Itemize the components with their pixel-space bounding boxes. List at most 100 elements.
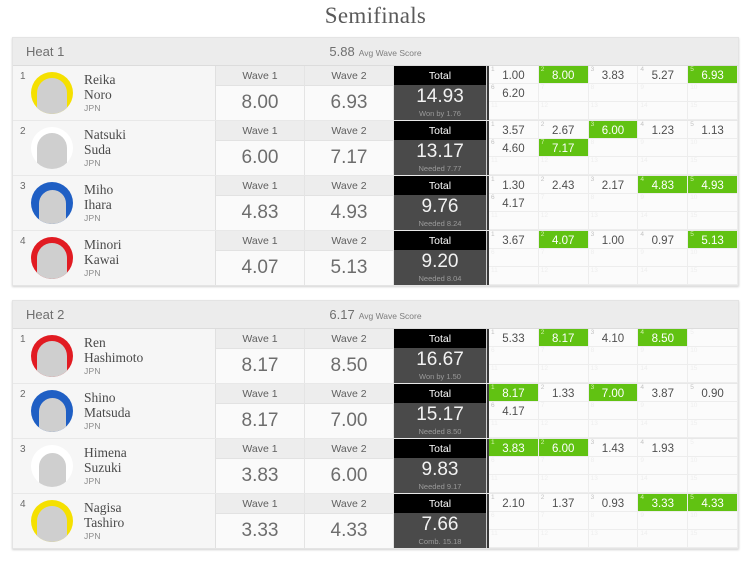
wave-cell[interactable]: 12 xyxy=(538,530,589,548)
wave-cell[interactable]: 14 xyxy=(638,420,689,438)
wave-cell[interactable]: 11 xyxy=(489,212,539,230)
athlete-row[interactable]: 4 Minori Kawai JPN Wave 1 4.07 Wave 2 5.13 Total… xyxy=(13,231,738,285)
wave-cell[interactable]: 8 xyxy=(588,139,639,157)
wave-cell[interactable]: 11 xyxy=(489,102,539,120)
wave-cell[interactable]: 7 xyxy=(538,402,589,420)
wave-cell[interactable]: 10 xyxy=(688,249,738,267)
wave-cell[interactable]: 2 8.17 xyxy=(538,329,589,347)
wave-cell[interactable]: 6 6.20 xyxy=(489,84,539,102)
athlete-row[interactable]: 1 Reika Noro JPN Wave 1 8.00 Wave 2 6.93 Total 14… xyxy=(13,66,738,121)
wave-cell[interactable]: 1 3.83 xyxy=(489,439,539,457)
athlete-row[interactable]: 3 Miho Ihara JPN Wave 1 4.83 Wave 2 4.93 Total 9.… xyxy=(13,176,738,231)
wave-cell[interactable]: 15 xyxy=(688,267,738,285)
wave-cell[interactable]: 14 xyxy=(638,530,689,548)
athlete-row[interactable]: 2 Shino Matsuda JPN Wave 1 8.17 Wave 2 7.00 Tota… xyxy=(13,384,738,439)
wave-cell[interactable]: 10 xyxy=(688,194,738,212)
wave-cell[interactable]: 13 xyxy=(588,530,639,548)
wave-cell[interactable]: 15 xyxy=(688,365,738,383)
wave-cell[interactable]: 9 xyxy=(638,347,689,365)
wave-cell[interactable]: 11 xyxy=(489,267,539,285)
wave-cell[interactable]: 3 1.00 xyxy=(588,231,639,249)
wave-cell[interactable]: 3 2.17 xyxy=(588,176,639,194)
wave-cell[interactable]: 4 3.87 xyxy=(638,384,689,402)
wave-cell[interactable]: 12 xyxy=(538,157,589,175)
wave-cell[interactable]: 9 xyxy=(638,457,689,475)
wave-cell[interactable]: 8 xyxy=(588,84,639,102)
wave-cell[interactable]: 6 4.60 xyxy=(489,139,539,157)
wave-cell[interactable]: 10 xyxy=(688,512,738,530)
wave-cell[interactable]: 11 xyxy=(489,420,539,438)
wave-cell[interactable]: 7 xyxy=(538,457,589,475)
wave-cell[interactable]: 2 2.43 xyxy=(538,176,589,194)
wave-cell[interactable]: 6 xyxy=(489,457,539,475)
wave-cell[interactable]: 15 xyxy=(688,157,738,175)
wave-cell[interactable]: 2 1.37 xyxy=(538,494,589,512)
wave-cell[interactable]: 12 xyxy=(538,420,589,438)
wave-cell[interactable]: 5 6.93 xyxy=(688,66,738,84)
athlete-row[interactable]: 2 Natsuki Suda JPN Wave 1 6.00 Wave 2 7.17 Total… xyxy=(13,121,738,176)
wave-cell[interactable]: 2 2.67 xyxy=(538,121,589,139)
athlete-row[interactable]: 3 Himena Suzuki JPN Wave 1 3.83 Wave 2 6.00 Tota… xyxy=(13,439,738,494)
wave-cell[interactable]: 12 xyxy=(538,365,589,383)
wave-cell[interactable]: 13 xyxy=(588,475,639,493)
wave-cell[interactable]: 7 7.17 xyxy=(538,139,589,157)
wave-cell[interactable]: 5 xyxy=(688,439,738,457)
athlete-row[interactable]: 1 Ren Hashimoto JPN Wave 1 8.17 Wave 2 8.50 Tota… xyxy=(13,329,738,384)
wave-cell[interactable]: 15 xyxy=(688,530,738,548)
athlete-row[interactable]: 4 Nagisa Tashiro JPN Wave 1 3.33 Wave 2 4.33 Tot… xyxy=(13,494,738,548)
wave-cell[interactable]: 13 xyxy=(588,365,639,383)
wave-cell[interactable]: 5 5.13 xyxy=(688,231,738,249)
wave-cell[interactable]: 4 4.83 xyxy=(638,176,689,194)
wave-cell[interactable]: 1 1.00 xyxy=(489,66,539,84)
wave-cell[interactable]: 4 3.33 xyxy=(638,494,689,512)
wave-cell[interactable]: 9 xyxy=(638,402,689,420)
wave-cell[interactable]: 11 xyxy=(489,157,539,175)
wave-cell[interactable]: 14 xyxy=(638,267,689,285)
wave-cell[interactable]: 8 xyxy=(588,457,639,475)
wave-cell[interactable]: 14 xyxy=(638,212,689,230)
wave-cell[interactable]: 9 xyxy=(638,249,689,267)
wave-cell[interactable]: 10 xyxy=(688,457,738,475)
wave-cell[interactable]: 7 xyxy=(538,194,589,212)
wave-cell[interactable]: 5 4.33 xyxy=(688,494,738,512)
wave-cell[interactable]: 1 5.33 xyxy=(489,329,539,347)
wave-cell[interactable]: 13 xyxy=(588,212,639,230)
wave-cell[interactable]: 10 xyxy=(688,402,738,420)
wave-cell[interactable]: 1 2.10 xyxy=(489,494,539,512)
wave-cell[interactable]: 7 xyxy=(538,347,589,365)
wave-cell[interactable]: 14 xyxy=(638,365,689,383)
wave-cell[interactable]: 14 xyxy=(638,102,689,120)
wave-cell[interactable]: 9 xyxy=(638,84,689,102)
wave-cell[interactable]: 13 xyxy=(588,420,639,438)
wave-cell[interactable]: 12 xyxy=(538,267,589,285)
wave-cell[interactable]: 13 xyxy=(588,157,639,175)
wave-cell[interactable]: 7 xyxy=(538,249,589,267)
wave-cell[interactable]: 6 xyxy=(489,249,539,267)
wave-cell[interactable]: 4 1.93 xyxy=(638,439,689,457)
wave-cell[interactable]: 4 1.23 xyxy=(638,121,689,139)
wave-cell[interactable]: 13 xyxy=(588,102,639,120)
wave-cell[interactable]: 3 6.00 xyxy=(588,121,639,139)
wave-cell[interactable]: 9 xyxy=(638,512,689,530)
wave-cell[interactable]: 2 1.33 xyxy=(538,384,589,402)
wave-cell[interactable]: 8 xyxy=(588,402,639,420)
wave-cell[interactable]: 2 6.00 xyxy=(538,439,589,457)
wave-cell[interactable]: 12 xyxy=(538,212,589,230)
wave-cell[interactable]: 13 xyxy=(588,267,639,285)
wave-cell[interactable]: 5 4.93 xyxy=(688,176,738,194)
wave-cell[interactable]: 1 3.67 xyxy=(489,231,539,249)
wave-cell[interactable]: 12 xyxy=(538,475,589,493)
wave-cell[interactable]: 15 xyxy=(688,212,738,230)
wave-cell[interactable]: 4 0.97 xyxy=(638,231,689,249)
wave-cell[interactable]: 3 7.00 xyxy=(588,384,639,402)
wave-cell[interactable]: 10 xyxy=(688,347,738,365)
wave-cell[interactable]: 12 xyxy=(538,102,589,120)
wave-cell[interactable]: 8 xyxy=(588,512,639,530)
wave-cell[interactable]: 5 0.90 xyxy=(688,384,738,402)
wave-cell[interactable]: 7 xyxy=(538,512,589,530)
wave-cell[interactable]: 8 xyxy=(588,347,639,365)
wave-cell[interactable]: 9 xyxy=(638,194,689,212)
wave-cell[interactable]: 1 3.57 xyxy=(489,121,539,139)
wave-cell[interactable]: 10 xyxy=(688,139,738,157)
wave-cell[interactable]: 11 xyxy=(489,530,539,548)
